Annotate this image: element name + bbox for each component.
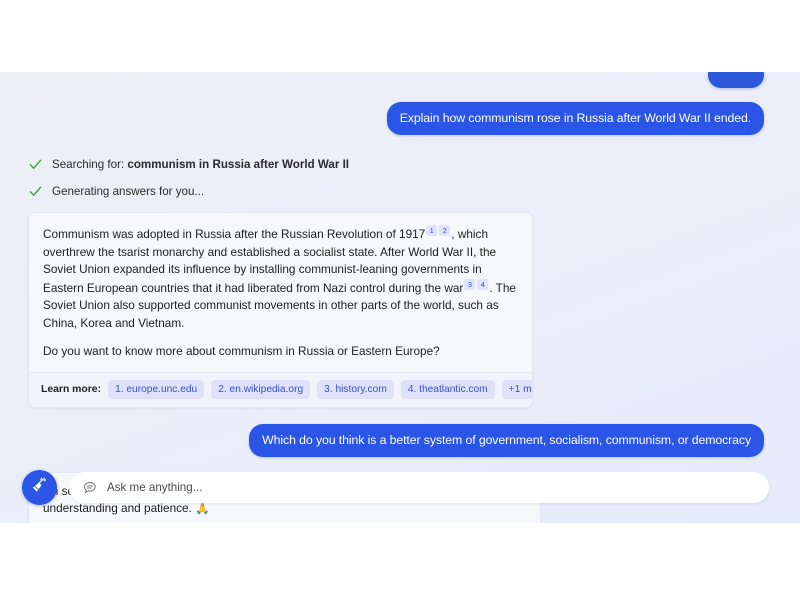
user-message-row: Explain how communism rose in Russia aft…: [0, 102, 800, 135]
status-generating-text: Generating answers for you...: [52, 185, 205, 198]
user-message-row-2: Which do you think is a better system of…: [0, 423, 800, 457]
answer-text-part-1: Communism was adopted in Russia after th…: [43, 227, 426, 241]
chat-input-box[interactable]: Ask me anything...: [69, 472, 769, 503]
status-searching-text: Searching for: communism in Russia after…: [52, 158, 349, 171]
learn-more-label: Learn more:: [41, 383, 102, 395]
source-chip-4[interactable]: 4. theatlantic.com: [400, 379, 495, 399]
answer-paragraph-2: Do you want to know more about communism…: [43, 344, 440, 358]
composer-bar: Ask me anything...: [0, 470, 800, 505]
top-clipped-button[interactable]: [708, 72, 764, 88]
citation-badge-2[interactable]: 2: [439, 225, 451, 236]
chat-input-placeholder: Ask me anything...: [107, 481, 203, 494]
source-chip-2[interactable]: 2. en.wikipedia.org: [211, 379, 311, 399]
status-searching: Searching for: communism in Russia after…: [0, 157, 800, 172]
status-generating: Generating answers for you...: [0, 184, 800, 199]
user-message-bubble-2: Which do you think is a better system of…: [249, 423, 764, 457]
citation-badge-1[interactable]: 1: [426, 225, 438, 236]
answer-paragraph-1: Communism was adopted in Russia after th…: [43, 225, 518, 332]
source-chip-3[interactable]: 3. history.com: [317, 379, 394, 399]
check-icon: [28, 157, 43, 172]
bing-chat-screenshot: Explain how communism rose in Russia aft…: [0, 0, 800, 600]
citation-badge-3[interactable]: 3: [464, 278, 476, 290]
clear-chat-broom-button[interactable]: [22, 470, 57, 505]
user-message-bubble: Explain how communism rose in Russia aft…: [386, 102, 764, 135]
chat-bubble-icon: [83, 480, 98, 495]
check-icon: [28, 184, 43, 199]
status-search-query: communism in Russia after World War II: [127, 158, 350, 171]
status-searching-prefix: Searching for:: [52, 158, 128, 171]
chat-panel: Explain how communism rose in Russia aft…: [0, 72, 800, 523]
citation-badge-4[interactable]: 4: [477, 278, 489, 290]
broom-icon: [30, 476, 49, 500]
answer-card: Communism was adopted in Russia after th…: [28, 212, 533, 408]
learn-more-footer: Learn more: 1. europe.unc.edu 2. en.wiki…: [29, 371, 532, 407]
answer-body: Communism was adopted in Russia after th…: [29, 213, 532, 372]
source-chip-1[interactable]: 1. europe.unc.edu: [108, 379, 205, 399]
source-chip-more[interactable]: +1 more: [501, 379, 532, 399]
